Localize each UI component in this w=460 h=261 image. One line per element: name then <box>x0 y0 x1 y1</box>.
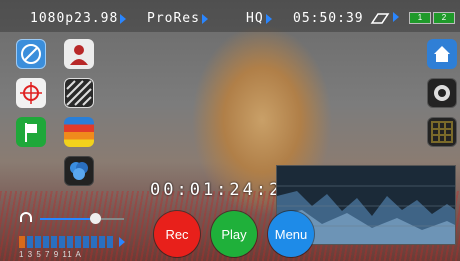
home-button[interactable] <box>427 39 457 69</box>
cue-flag-button[interactable] <box>16 117 46 147</box>
meter-bar <box>35 236 41 248</box>
meter-bar <box>107 236 113 248</box>
flag-icon <box>25 123 37 142</box>
false-color-button[interactable] <box>64 39 94 69</box>
battery-1-icon: 1 <box>409 12 431 24</box>
play-button[interactable]: Play <box>211 211 257 257</box>
time-remaining: 05:50:39 <box>293 11 364 26</box>
focus-peaking-icon <box>21 44 41 64</box>
settings-button[interactable] <box>427 78 457 108</box>
meter-bar <box>67 236 73 248</box>
settings-icon <box>434 85 450 101</box>
chevron-right-icon <box>120 13 127 24</box>
meter-bar <box>75 236 81 248</box>
crosshair-button[interactable] <box>16 78 46 108</box>
monitor-screen: 1080p23.98 ProRes HQ 05:50:39 1 2 00:01:… <box>0 0 460 261</box>
disk-icon <box>370 13 390 24</box>
meter-channel-labels: 1 3 5 7 9 11 A <box>19 250 82 259</box>
rec-button[interactable]: Rec <box>154 211 200 257</box>
meter-bar <box>91 236 97 248</box>
color-bars-button[interactable] <box>64 117 94 147</box>
menu-button[interactable]: Menu <box>268 211 314 257</box>
meter-bar <box>27 236 33 248</box>
audio-meters[interactable] <box>19 236 119 248</box>
volume-knob[interactable] <box>89 213 101 224</box>
meter-bar <box>59 236 65 248</box>
false-color-icon <box>70 45 88 65</box>
grid-icon <box>431 121 453 143</box>
meter-bar <box>43 236 49 248</box>
format-readout[interactable]: 1080p23.98 <box>30 11 127 26</box>
chevron-right-icon[interactable] <box>119 237 125 247</box>
meter-bar <box>83 236 89 248</box>
chevron-right-icon <box>201 13 208 24</box>
headphone-icon <box>20 212 32 222</box>
focus-peaking-button[interactable] <box>16 39 46 69</box>
meter-bar <box>19 236 25 248</box>
chevron-right-icon <box>265 13 272 24</box>
home-icon <box>434 46 450 62</box>
chevron-right-icon[interactable] <box>393 12 399 22</box>
meter-bar <box>51 236 57 248</box>
grid-button[interactable] <box>427 117 457 147</box>
rgb-channels-icon <box>70 162 88 180</box>
codec-readout[interactable]: ProRes <box>147 11 208 26</box>
volume-fill <box>40 218 95 220</box>
battery-2-icon: 2 <box>433 12 455 24</box>
zebra-icon <box>66 80 92 106</box>
meter-bar <box>99 236 105 248</box>
quality-readout[interactable]: HQ <box>246 11 272 26</box>
rgb-channels-button[interactable] <box>64 156 94 186</box>
zebra-button[interactable] <box>64 78 94 108</box>
crosshair-icon <box>20 82 42 104</box>
headphone-volume-slider[interactable] <box>40 213 124 224</box>
